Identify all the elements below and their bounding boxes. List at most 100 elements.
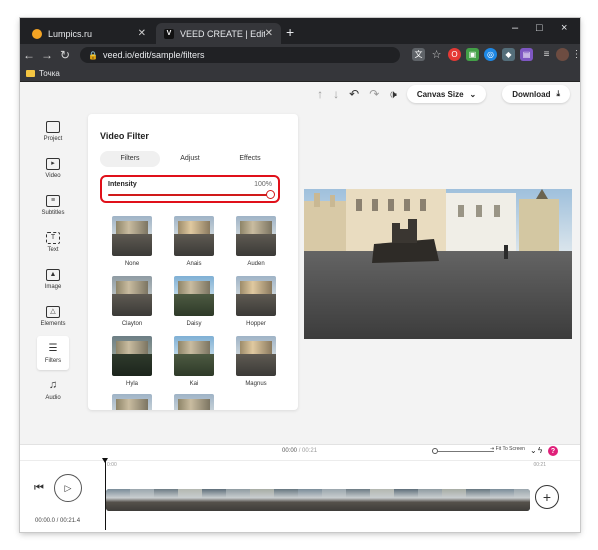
clip-frame-thumbnail xyxy=(514,489,530,511)
sidebar-item-text[interactable]: T Text xyxy=(37,225,69,259)
download-button[interactable]: Download ⤓ xyxy=(502,85,570,103)
playback-controls: ⏮ ▷ xyxy=(34,474,82,502)
close-tab-icon[interactable]: ✕ xyxy=(138,28,146,39)
filter-item-daisy[interactable]: Daisy xyxy=(170,276,218,327)
sidebar-item-subtitles[interactable]: ≡ Subtitles xyxy=(37,188,69,222)
timeline-ruler: 0:00 00:21 xyxy=(105,461,580,471)
tab-label: Lumpics.ru xyxy=(48,28,93,39)
clip-frame-thumbnail xyxy=(466,489,490,511)
maximize-button[interactable]: □ xyxy=(536,22,543,34)
blue-extension-icon[interactable]: ◎ xyxy=(484,48,497,61)
filter-thumbnail xyxy=(236,336,276,376)
close-tab-icon[interactable]: ✕ xyxy=(265,28,273,39)
gray-extension-icon[interactable]: ◆ xyxy=(502,48,515,61)
profile-avatar-icon[interactable] xyxy=(556,48,569,61)
filter-thumbnail xyxy=(174,336,214,376)
lightning-icon[interactable]: ϟ xyxy=(538,446,542,455)
intensity-slider-fill xyxy=(108,194,270,196)
video-track-clip[interactable] xyxy=(106,489,530,511)
skip-back-icon[interactable]: ⏮ xyxy=(34,482,44,495)
move-down-arrow-icon[interactable]: ↓ xyxy=(333,87,339,101)
chevron-down-icon[interactable]: ⌄ xyxy=(530,446,537,455)
clip-frame-thumbnail xyxy=(370,489,394,511)
forward-arrow-icon[interactable]: → xyxy=(38,48,56,62)
speaker-icon[interactable]: 🕩 xyxy=(389,87,397,102)
intensity-label: Intensity xyxy=(108,181,137,188)
chevron-down-icon: ⌄ xyxy=(469,89,477,99)
sidebar-item-project[interactable]: Project xyxy=(37,114,69,148)
filter-item-partial[interactable] xyxy=(170,394,218,410)
filter-name: Daisy xyxy=(186,321,202,327)
sidebar-item-video[interactable]: ▸ Video xyxy=(37,151,69,185)
filter-item-none[interactable]: None xyxy=(108,216,156,267)
filter-item-anais[interactable]: Anais xyxy=(170,216,218,267)
zoom-slider-track[interactable] xyxy=(438,451,494,452)
move-up-arrow-icon[interactable]: ↑ xyxy=(317,87,323,101)
bookmark-star-icon[interactable]: ☆ xyxy=(430,48,443,61)
clip-frame-thumbnail xyxy=(346,489,370,511)
filter-name: Clayton xyxy=(121,321,143,327)
sidebar-item-image[interactable]: ▲ Image xyxy=(37,262,69,296)
clip-frame-thumbnail xyxy=(178,489,202,511)
address-bar[interactable]: 🔒 veed.io/edit/sample/filters xyxy=(80,47,400,63)
filter-name: Auden xyxy=(247,261,265,267)
new-tab-button[interactable]: + xyxy=(286,24,294,40)
panel-tabs: Filters Adjust Effects xyxy=(100,151,280,167)
panel-title: Video Filter xyxy=(100,131,149,141)
green-extension-icon[interactable]: ▣ xyxy=(466,48,479,61)
sidebar-item-label: Audio xyxy=(45,394,61,401)
intensity-slider[interactable] xyxy=(108,190,275,199)
tab-filters[interactable]: Filters xyxy=(100,151,160,167)
clip-frame-thumbnail xyxy=(394,489,418,511)
intensity-control: Intensity 100% xyxy=(100,175,280,203)
filter-name: None xyxy=(124,261,140,267)
bookmark-item[interactable]: Точка xyxy=(39,69,60,78)
filter-thumbnail xyxy=(236,216,276,256)
intensity-slider-handle[interactable] xyxy=(266,190,275,199)
filter-item-magnus[interactable]: Magnus xyxy=(232,336,280,387)
canvas-size-button[interactable]: Canvas Size ⌄ xyxy=(406,85,487,103)
translate-icon[interactable]: 文 xyxy=(412,48,425,61)
url-text: veed.io/edit/sample/filters xyxy=(102,50,205,60)
filter-item-clayton[interactable]: Clayton xyxy=(108,276,156,327)
filter-item-partial[interactable] xyxy=(108,394,156,410)
browser-tab-lumpics[interactable]: Lumpics.ru ✕ xyxy=(24,23,154,44)
filter-item-kai[interactable]: Kai xyxy=(170,336,218,387)
clip-frame-thumbnail xyxy=(298,489,322,511)
filter-item-hopper[interactable]: Hopper xyxy=(232,276,280,327)
sidebar-item-elements[interactable]: △ Elements xyxy=(37,299,69,333)
sidebar-item-filters[interactable]: ☰ Filters xyxy=(37,336,69,370)
tab-adjust[interactable]: Adjust xyxy=(160,151,220,167)
close-window-button[interactable]: × xyxy=(561,22,567,34)
add-track-button[interactable]: + xyxy=(535,485,559,509)
video-preview[interactable] xyxy=(304,189,572,339)
fit-to-screen-button[interactable]: ⇥ Fit To Screen xyxy=(490,446,525,452)
reading-list-icon[interactable]: ≡ xyxy=(540,48,553,61)
text-icon: T xyxy=(46,231,60,244)
sidebar-item-label: Filters xyxy=(44,357,62,364)
audio-icon: ♫ xyxy=(48,379,58,391)
sidebar-item-audio[interactable]: ♫ Audio xyxy=(37,373,69,407)
project-icon xyxy=(46,120,60,133)
veed-editor: ↑ ↓ ↶ ↷ 🕩 Canvas Size ⌄ Download ⤓ Proje… xyxy=(20,82,580,532)
opera-extension-icon[interactable]: O xyxy=(448,48,461,61)
filter-name: Hyla xyxy=(125,381,138,387)
lock-icon: 🔒 xyxy=(88,50,98,60)
purple-extension-icon[interactable]: ▤ xyxy=(520,48,533,61)
undo-icon[interactable]: ↶ xyxy=(349,87,359,101)
tab-effects[interactable]: Effects xyxy=(220,151,280,167)
minimize-button[interactable]: – xyxy=(512,22,518,34)
filter-thumbnail xyxy=(174,394,214,410)
help-button[interactable]: ? xyxy=(548,446,558,456)
filter-item-auden[interactable]: Auden xyxy=(232,216,280,267)
filter-item-hyla[interactable]: Hyla xyxy=(108,336,156,387)
menu-kebab-icon[interactable]: ⋮ xyxy=(570,48,581,61)
lumpics-favicon-icon xyxy=(32,28,42,39)
play-button[interactable]: ▷ xyxy=(53,474,82,502)
browser-tab-veed[interactable]: V VEED CREATE | Edit ✕ xyxy=(156,23,281,44)
redo-icon[interactable]: ↷ xyxy=(369,87,379,101)
filter-name: Kai xyxy=(189,381,199,387)
back-arrow-icon[interactable]: ← xyxy=(20,48,38,62)
reload-icon[interactable]: ↻ xyxy=(56,48,74,62)
clip-frame-thumbnail xyxy=(106,489,130,511)
